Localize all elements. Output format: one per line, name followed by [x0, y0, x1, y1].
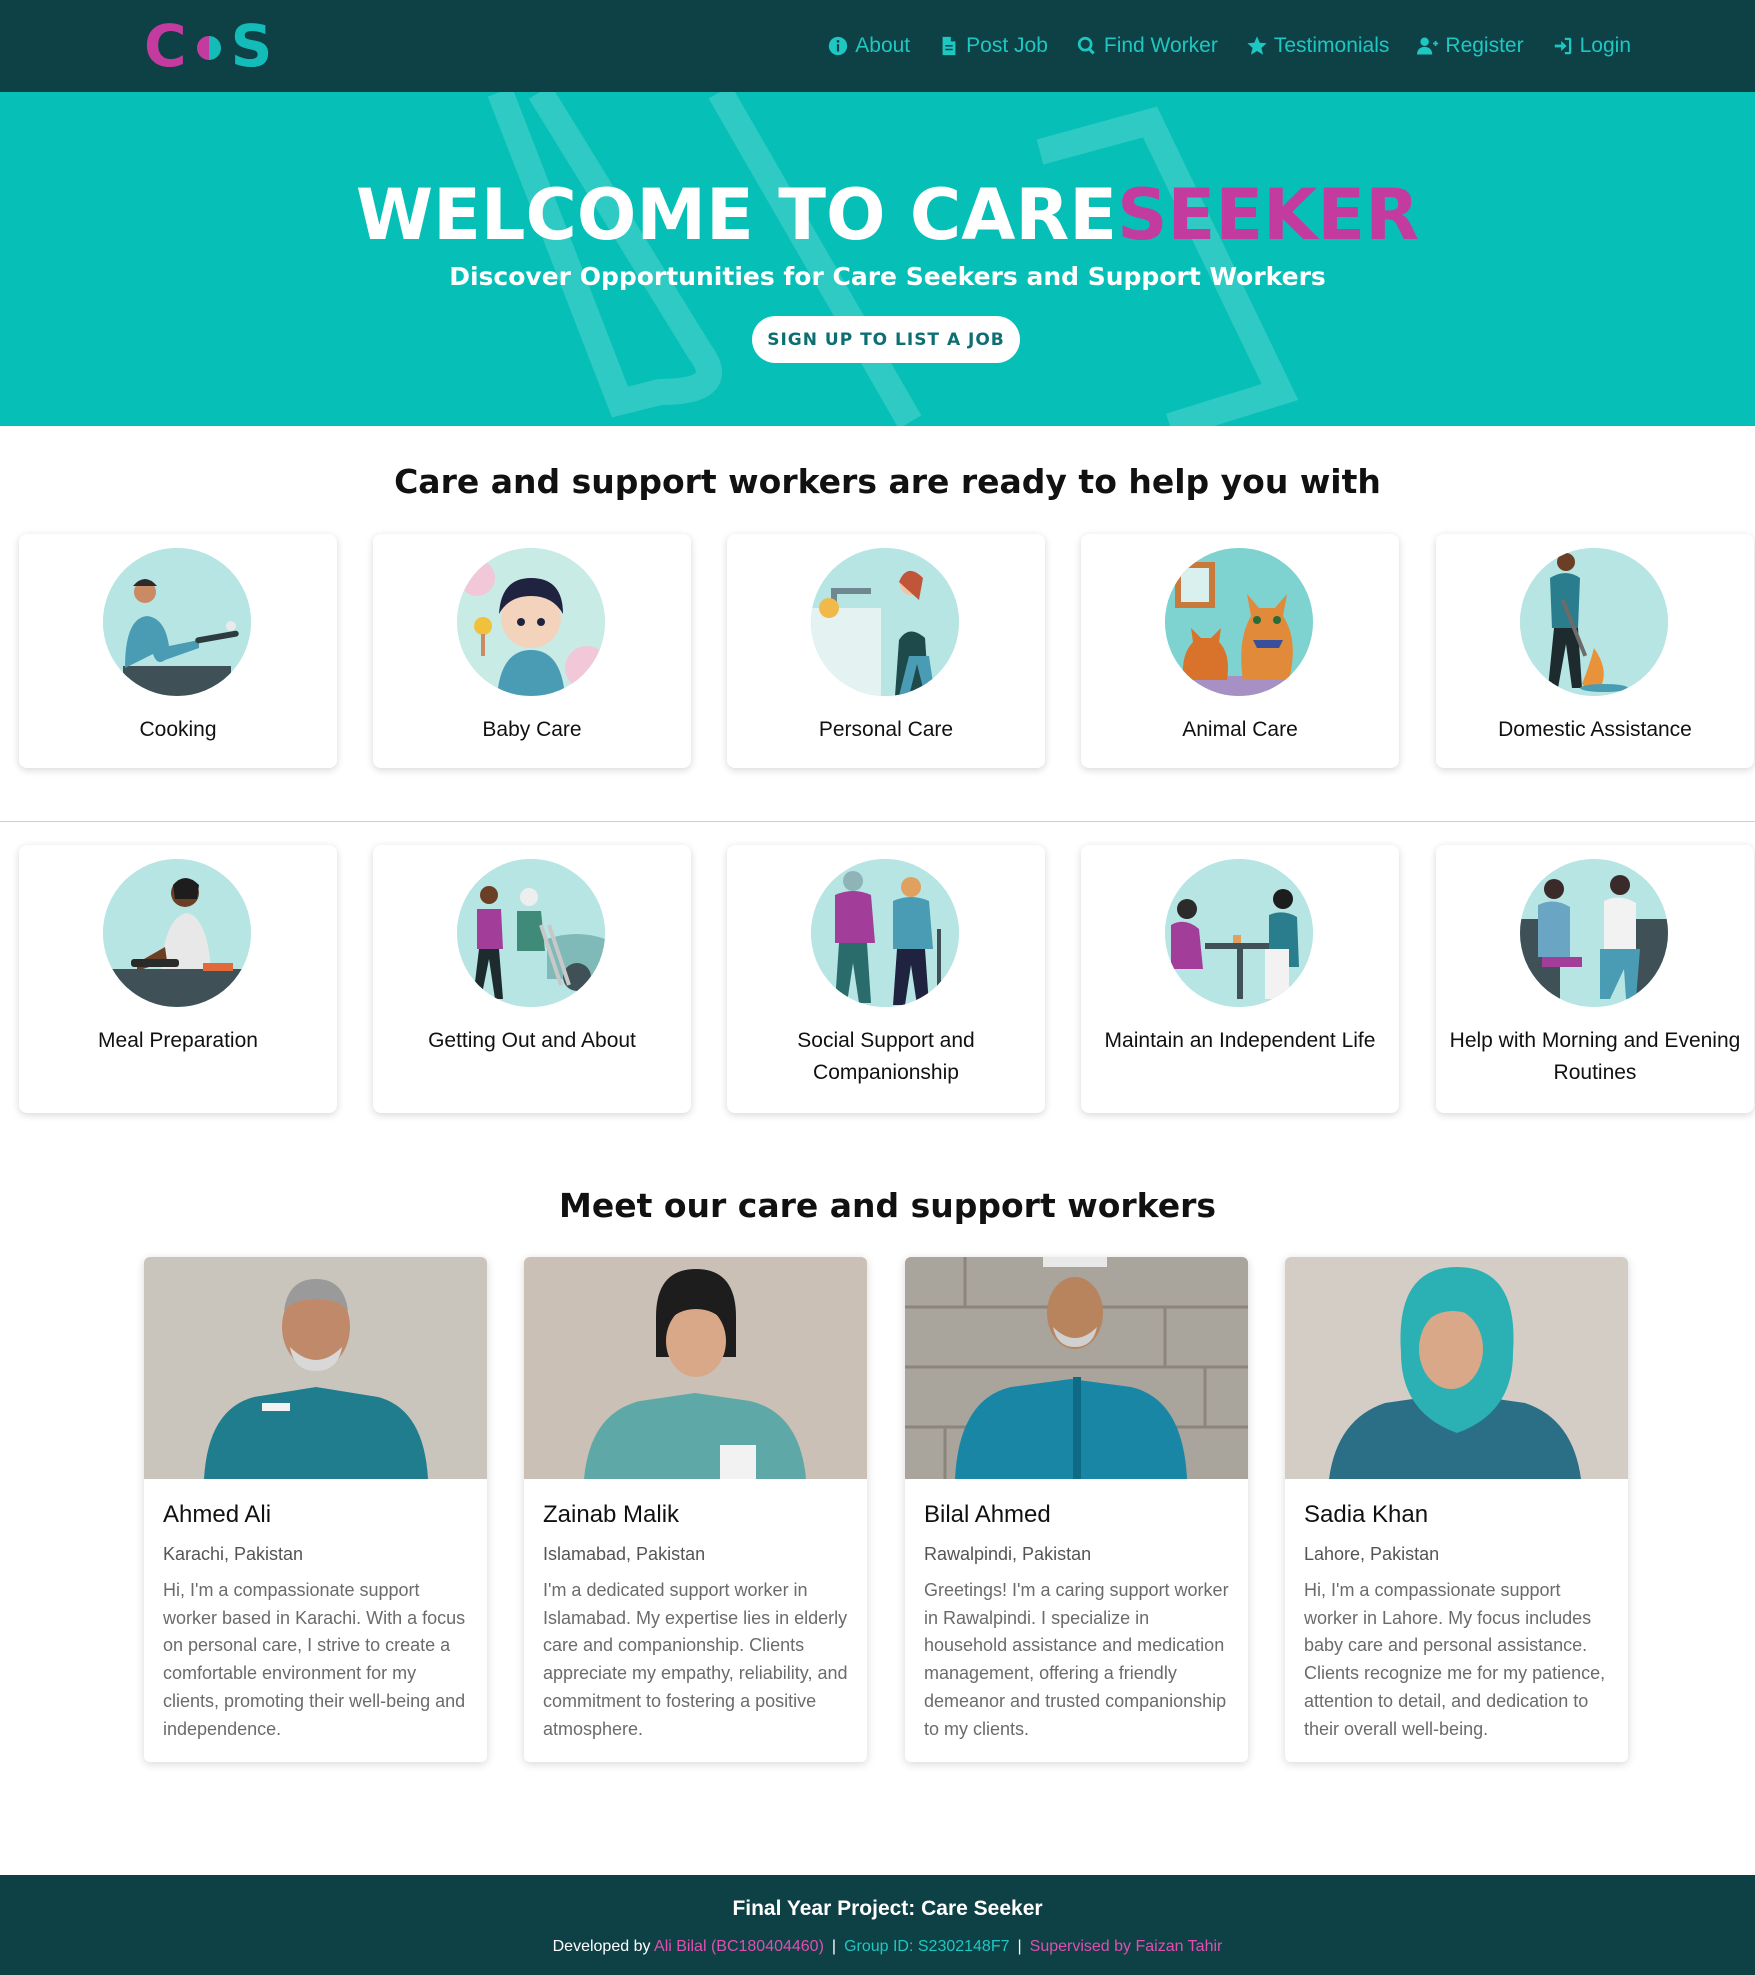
worker-card-sadia-khan[interactable]: Sadia Khan Lahore, Pakistan Hi, I'm a co…	[1285, 1257, 1628, 1762]
service-card-baby-care[interactable]: Baby Care	[373, 534, 691, 768]
service-label: Animal Care	[1182, 718, 1298, 741]
service-label: Personal Care	[818, 718, 954, 741]
domestic-assistance-illustration	[1520, 548, 1668, 696]
animal-care-illustration	[1165, 548, 1313, 696]
service-card-cooking[interactable]: Cooking	[19, 534, 337, 768]
sign-in-icon	[1554, 37, 1571, 55]
service-card-social-support[interactable]: Social Support and Companionship	[727, 845, 1045, 1113]
logo-letter-c: C	[144, 12, 187, 80]
worker-location: Islamabad, Pakistan	[543, 1544, 706, 1564]
worker-photo	[905, 1257, 1248, 1479]
routines-illustration	[1520, 859, 1668, 1007]
service-card-independent-life[interactable]: Maintain an Independent Life	[1081, 845, 1399, 1113]
service-card-domestic-assistance[interactable]: Domestic Assistance	[1436, 534, 1754, 768]
services-heading: Care and support workers are ready to he…	[394, 462, 1381, 501]
service-label: Meal Preparation	[98, 1029, 258, 1052]
footer: Final Year Project: Care Seeker Develope…	[0, 1875, 1755, 1975]
service-card-meal-preparation[interactable]: Meal Preparation	[19, 845, 337, 1113]
footer-separator: |	[1017, 1938, 1022, 1955]
social-support-illustration	[811, 859, 959, 1007]
service-label: Help with Morning and Evening Routines	[1449, 1029, 1741, 1084]
nav-login-link[interactable]: Login	[1552, 34, 1631, 58]
service-card-morning-evening-routines[interactable]: Help with Morning and Evening Routines	[1436, 845, 1754, 1113]
worker-bio: Hi, I'm a compassionate support worker i…	[1304, 1580, 1606, 1739]
hero-background-pattern	[487, 92, 1299, 426]
footer-supervisor-link[interactable]: Supervised by Faizan Tahir	[1030, 1938, 1223, 1955]
footer-title: Final Year Project: Care Seeker	[732, 1897, 1043, 1920]
info-circle-icon	[829, 36, 848, 56]
footer-developed-prefix: Developed by	[552, 1938, 655, 1955]
worker-bio: Hi, I'm a compassionate support worker b…	[163, 1580, 466, 1739]
worker-location: Karachi, Pakistan	[163, 1544, 304, 1564]
navbar: C S About Post Job Find Worker Testimoni…	[0, 0, 1755, 92]
footer-credits: Developed by Ali Bilal (BC180404460) | Gro…	[0, 1938, 1755, 1956]
star-icon	[1247, 36, 1267, 55]
logo-dot	[196, 36, 221, 60]
nav-post-job-label: Post Job	[966, 34, 1048, 57]
service-label: Maintain an Independent Life	[1104, 1029, 1376, 1052]
brand-logo[interactable]: C S	[144, 16, 272, 76]
worker-name: Zainab Malik	[543, 1501, 680, 1528]
nav-find-worker-link[interactable]: Find Worker	[1076, 34, 1218, 58]
logo-letter-s: S	[230, 12, 273, 80]
meal-preparation-illustration	[103, 859, 251, 1007]
nav-testimonials-link[interactable]: Testimonials	[1246, 34, 1390, 58]
personal-care-illustration	[811, 548, 959, 696]
footer-developer-link[interactable]: Ali Bilal (BC180404460)	[654, 1938, 824, 1955]
file-icon	[942, 36, 956, 56]
worker-photo	[144, 1257, 487, 1479]
nav-post-job-link[interactable]: Post Job	[938, 34, 1048, 58]
user-plus-icon	[1417, 37, 1439, 55]
worker-name: Sadia Khan	[1304, 1501, 1429, 1528]
worker-location: Rawalpindi, Pakistan	[924, 1544, 1092, 1564]
worker-photo	[1285, 1257, 1628, 1479]
worker-card-bilal-ahmed[interactable]: Bilal Ahmed Rawalpindi, Pakistan Greetin…	[905, 1257, 1248, 1762]
worker-name: Ahmed Ali	[163, 1501, 272, 1528]
service-card-getting-out-and-about[interactable]: Getting Out and About	[373, 845, 691, 1113]
worker-card-zainab-malik[interactable]: Zainab Malik Islamabad, Pakistan I'm a d…	[524, 1257, 867, 1762]
service-label: Domestic Assistance	[1498, 718, 1692, 741]
nav-login-label: Login	[1579, 34, 1631, 57]
signup-list-job-button[interactable]: SIGN UP TO LIST A JOB	[752, 316, 1020, 363]
worker-bio: I'm a dedicated support worker in Islama…	[543, 1580, 848, 1739]
baby-care-illustration	[457, 548, 605, 696]
hero-title-main: WELCOME TO CARE	[355, 174, 1118, 256]
nav-register-link[interactable]: Register	[1417, 34, 1524, 58]
worker-name: Bilal Ahmed	[924, 1501, 1051, 1528]
hero-title: WELCOME TO CARESEEKER	[0, 174, 1755, 256]
nav-find-worker-label: Find Worker	[1103, 34, 1218, 57]
worker-photo	[524, 1257, 867, 1479]
section-divider	[0, 821, 1755, 822]
footer-separator: |	[831, 1938, 837, 1955]
nav-register-label: Register	[1445, 34, 1524, 57]
cooking-illustration	[103, 548, 251, 696]
getting-out-illustration	[457, 859, 605, 1007]
nav-menu: About Post Job Find Worker Testimonials …	[827, 0, 1631, 92]
worker-bio: Greetings! I'm a caring support worker i…	[924, 1580, 1229, 1739]
nav-about-label: About	[855, 34, 911, 57]
service-label: Baby Care	[482, 718, 582, 741]
workers-heading: Meet our care and support workers	[558, 1186, 1217, 1225]
search-icon	[1077, 36, 1095, 55]
hero-subtitle: Discover Opportunities for Care Seekers …	[449, 262, 1326, 291]
worker-location: Lahore, Pakistan	[1304, 1544, 1440, 1564]
service-label: Getting Out and About	[428, 1029, 636, 1052]
worker-card-ahmed-ali[interactable]: Ahmed Ali Karachi, Pakistan Hi, I'm a co…	[144, 1257, 487, 1762]
footer-group-id[interactable]: Group ID: S2302148F7	[844, 1938, 1009, 1955]
nav-testimonials-label: Testimonials	[1273, 34, 1390, 57]
hero-banner: WELCOME TO CARESEEKER Discover Opportuni…	[0, 92, 1755, 426]
independent-life-illustration	[1165, 859, 1313, 1007]
service-label: Cooking	[139, 718, 217, 741]
service-card-animal-care[interactable]: Animal Care	[1081, 534, 1399, 768]
service-label: Social Support and Companionship	[797, 1029, 975, 1084]
nav-about-link[interactable]: About	[827, 34, 910, 58]
service-card-personal-care[interactable]: Personal Care	[727, 534, 1045, 768]
hero-title-accent: SEEKER	[1117, 174, 1420, 256]
